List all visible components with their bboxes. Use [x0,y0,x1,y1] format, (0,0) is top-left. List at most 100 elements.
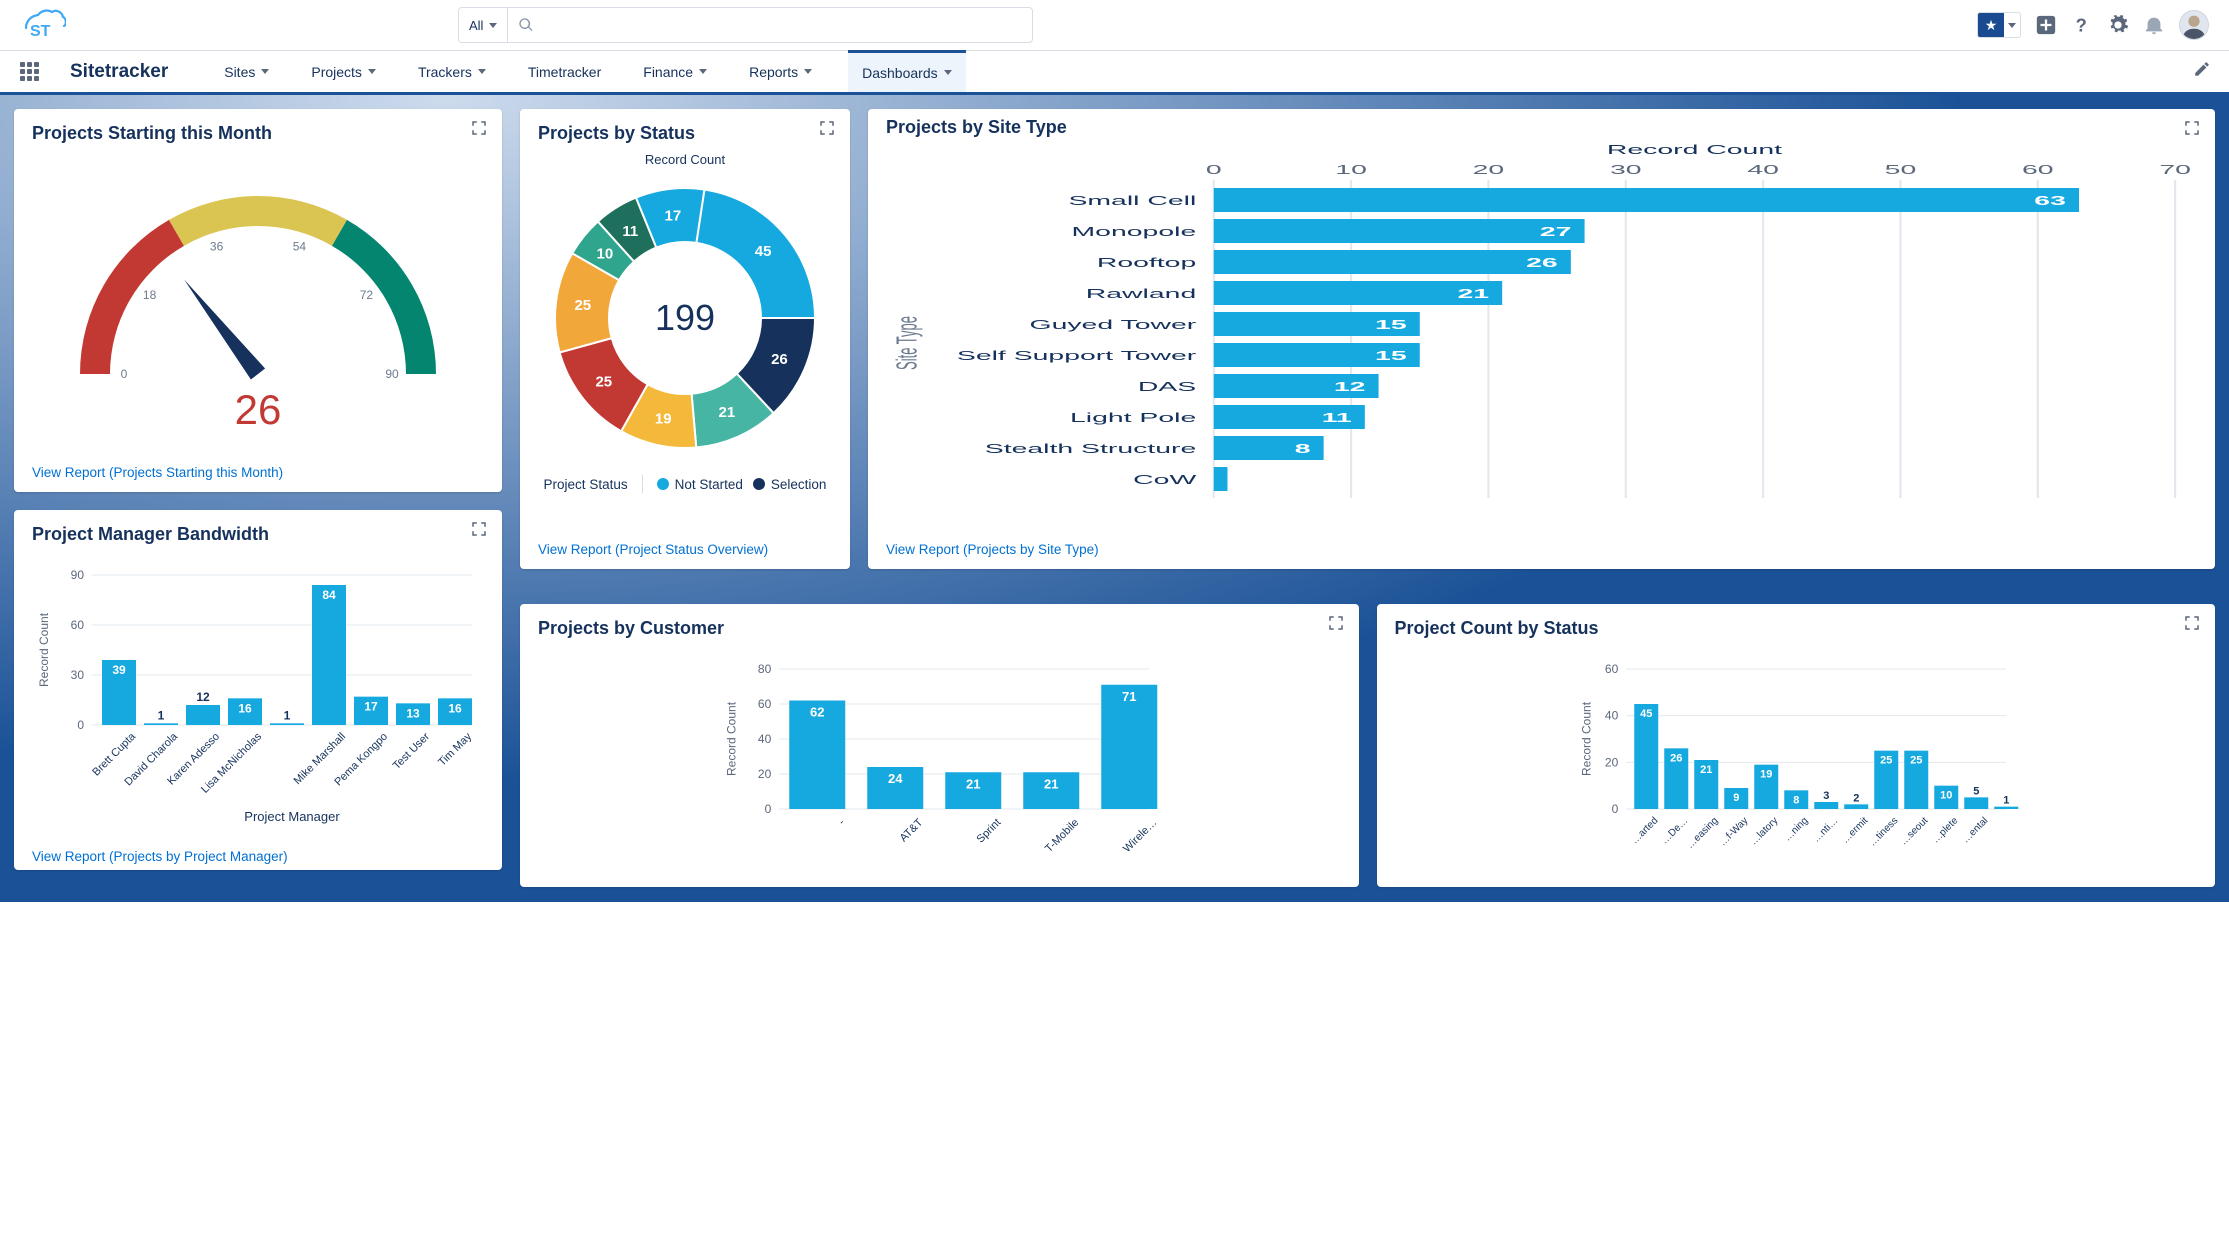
svg-text:…arted: …arted [1629,815,1660,846]
card-title: Projects Starting this Month [32,123,484,144]
app-logo: ST [20,8,66,42]
svg-text:27: 27 [1540,224,1572,239]
legend-color-dot [753,478,765,490]
nav-item-dashboards[interactable]: Dashboards [848,50,966,92]
svg-text:30: 30 [1610,162,1642,177]
nav-label: Trackers [418,64,472,80]
svg-text:10: 10 [596,245,613,262]
nav-item-finance[interactable]: Finance [637,51,713,92]
svg-text:Rawland: Rawland [1086,286,1196,301]
svg-text:ST: ST [30,23,51,40]
svg-text:…easing: …easing [1684,815,1720,851]
svg-text:24: 24 [888,771,903,786]
svg-text:21: 21 [1044,776,1058,791]
nav-item-sites[interactable]: Sites [218,51,275,92]
app-name: Sitetracker [70,61,168,83]
view-report-link[interactable]: View Report (Projects by Project Manager… [32,849,288,864]
customer-chart: 020406080Record Count62-24AT&T21Sprint21… [538,639,1341,864]
svg-text:Test User: Test User [391,730,433,772]
pencil-icon[interactable] [2193,60,2211,83]
view-report-link[interactable]: View Report (Project Status Overview) [538,542,768,557]
card-pm-bandwidth: Project Manager Bandwidth 0306090Record … [14,510,502,870]
nav-label: Sites [224,64,255,80]
svg-text:13: 13 [406,706,420,720]
svg-text:…ning: …ning [1782,815,1810,843]
svg-text:T-Mobile: T-Mobile [1043,817,1081,855]
card-title: Projects by Customer [538,618,1341,639]
svg-text:8: 8 [1793,794,1799,806]
svg-text:0: 0 [77,718,84,732]
nav-item-trackers[interactable]: Trackers [412,51,492,92]
svg-text:11: 11 [622,223,638,240]
search-input-wrap [508,8,1032,42]
svg-text:5: 5 [1973,785,1979,797]
bell-icon[interactable] [2143,14,2165,36]
svg-text:Record Count: Record Count [1579,701,1593,776]
expand-icon[interactable] [470,520,488,538]
expand-icon[interactable] [1327,614,1345,632]
svg-text:…ental: …ental [1960,815,1990,845]
view-report-link[interactable]: View Report (Projects Starting this Mont… [32,465,283,480]
nav-item-projects[interactable]: Projects [305,51,382,92]
favorites-dropdown[interactable]: ★ [1977,12,2021,38]
donut-axis-label: Record Count [538,152,832,167]
view-report-link[interactable]: View Report (Projects by Site Type) [886,542,1099,557]
expand-icon[interactable] [470,119,488,137]
legend-item[interactable]: Not Started [657,477,743,492]
svg-text:90: 90 [71,568,85,582]
svg-text:19: 19 [655,411,672,428]
top-bar: ST All ★ ? [0,0,2229,50]
svg-text:40: 40 [1604,709,1618,723]
gear-icon[interactable] [2107,14,2129,36]
expand-icon[interactable] [2183,614,2201,632]
svg-text:15: 15 [1375,317,1407,332]
svg-text:-: - [836,816,847,827]
nav-item-reports[interactable]: Reports [743,51,818,92]
card-title: Project Count by Status [1395,618,2198,639]
top-right-tools: ★ ? [1977,10,2209,40]
nav-item-timetracker[interactable]: Timetracker [522,51,607,92]
card-projects-by-status: Projects by Status Record Count 45262119… [520,109,850,569]
global-search: All [458,7,1033,43]
svg-text:Wirele…: Wirele… [1121,817,1159,855]
svg-text:Rooftop: Rooftop [1097,255,1196,270]
chevron-down-icon [489,23,497,28]
svg-text:25: 25 [1910,755,1922,767]
user-avatar[interactable] [2179,10,2209,40]
card-project-count-by-status: Project Count by Status 0204060Record Co… [1377,604,2216,887]
svg-text:12: 12 [1334,379,1366,394]
svg-text:10: 10 [1940,790,1952,802]
svg-text:45: 45 [1640,708,1652,720]
app-launcher-icon[interactable] [20,62,40,82]
help-icon[interactable]: ? [2071,14,2093,36]
svg-text:19: 19 [1760,769,1772,781]
legend-item[interactable]: Selection [753,477,827,492]
svg-text:Monopole: Monopole [1072,224,1197,239]
svg-text:1: 1 [2003,795,2009,807]
svg-text:…f-Way: …f-Way [1717,815,1750,848]
pm-bandwidth-chart: 0306090Record Count3911216184171316Brett… [32,545,484,825]
nav-label: Reports [749,64,798,80]
svg-text:40: 40 [1747,162,1779,177]
svg-text:Small Cell: Small Cell [1068,193,1196,208]
add-icon[interactable] [2035,14,2057,36]
svg-text:Stealth Structure: Stealth Structure [985,441,1196,456]
svg-text:Record Count: Record Count [724,701,738,776]
svg-text:60: 60 [2022,162,2054,177]
chevron-down-icon [478,69,486,74]
search-scope-dropdown[interactable]: All [459,8,508,42]
svg-text:40: 40 [758,732,772,746]
donut-chart: 452621192525101117199 [540,173,830,463]
svg-text:90: 90 [385,367,399,381]
expand-icon[interactable] [2183,119,2201,137]
svg-text:39: 39 [112,663,126,677]
svg-text:26: 26 [771,351,788,368]
expand-icon[interactable] [818,119,836,137]
search-input[interactable] [542,17,1022,33]
svg-text:50: 50 [1885,162,1917,177]
svg-text:15: 15 [1375,348,1407,363]
svg-text:54: 54 [293,240,307,254]
svg-text:84: 84 [322,588,336,602]
svg-text:Site Type: Site Type [891,316,923,370]
svg-text:17: 17 [364,700,378,714]
